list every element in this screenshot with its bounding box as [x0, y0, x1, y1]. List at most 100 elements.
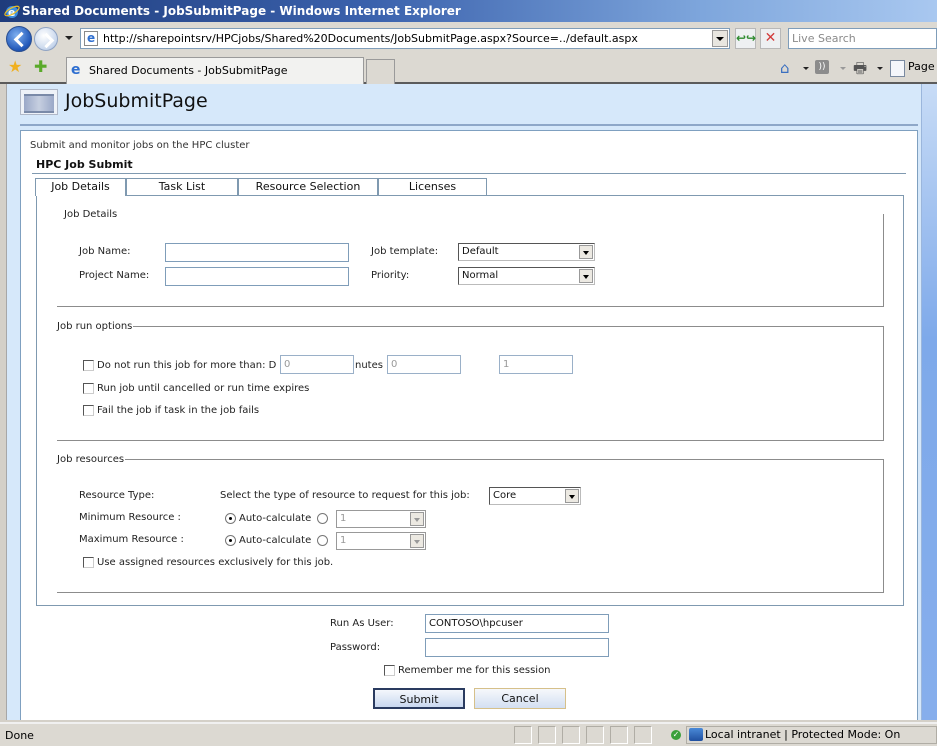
webpart-title: HPC Job Submit: [36, 158, 133, 171]
resource-type-prompt: Select the type of resource to request f…: [220, 490, 470, 501]
chevron-down-icon[interactable]: [565, 489, 579, 503]
project-name-input[interactable]: [165, 267, 349, 286]
header-divider: [20, 124, 918, 126]
tab-resource-selection[interactable]: Resource Selection: [238, 178, 378, 195]
min-resource-select[interactable]: 1: [336, 510, 426, 528]
status-pane: [538, 726, 556, 744]
new-tab-button[interactable]: [366, 59, 395, 84]
ie-logo-icon: e: [4, 5, 20, 19]
privacy-report-icon[interactable]: [664, 726, 682, 744]
run-as-user-input[interactable]: [425, 614, 609, 633]
run-until-cancelled-checkbox[interactable]: [83, 383, 94, 394]
tab-job-details[interactable]: Job Details: [35, 178, 126, 196]
page-library-icon: [20, 89, 58, 115]
priority-label: Priority:: [371, 270, 410, 281]
chevron-down-icon[interactable]: [579, 245, 593, 259]
back-arrow-icon[interactable]: [6, 26, 32, 52]
status-pane: [586, 726, 604, 744]
navigation-bar: http://sharepointsrv/HPCjobs/Shared%20Do…: [0, 22, 937, 54]
window-title: Shared Documents - JobSubmitPage - Windo…: [22, 4, 461, 18]
max-manual-radio[interactable]: [317, 535, 328, 546]
job-resources-legend: Job resources: [56, 454, 126, 466]
star-plus-icon[interactable]: ✚: [34, 57, 47, 76]
star-icon[interactable]: ★: [8, 57, 22, 76]
printer-icon[interactable]: 🖶: [853, 58, 867, 83]
resource-type-value: Core: [493, 490, 517, 501]
runtime-minutes-input[interactable]: [387, 355, 461, 374]
address-url: http://sharepointsrv/HPCjobs/Shared%20Do…: [103, 32, 638, 45]
chevron-down-icon[interactable]: [579, 269, 593, 283]
browser-tab-bar: ★ ✚ e Shared Documents - JobSubmitPage ⌂…: [0, 54, 937, 84]
job-name-input[interactable]: [165, 243, 349, 262]
home-icon[interactable]: ⌂: [780, 59, 790, 77]
remember-me-label: Remember me for this session: [398, 665, 551, 676]
resource-type-label: Resource Type:: [79, 490, 155, 501]
exclusive-resources-label: Use assigned resources exclusively for t…: [97, 557, 334, 568]
max-resource-select[interactable]: 1: [336, 532, 426, 550]
vertical-scrollbar[interactable]: [921, 84, 937, 720]
priority-value: Normal: [462, 270, 499, 281]
home-dropdown-icon[interactable]: [803, 67, 809, 70]
stop-x-icon[interactable]: ✕: [760, 28, 781, 49]
max-runtime-label: Do not run this job for more than: D: [97, 360, 277, 371]
ie-tab-icon: e: [71, 62, 81, 78]
job-template-value: Default: [462, 246, 499, 257]
exclusive-resources-checkbox[interactable]: [83, 557, 94, 568]
job-template-label: Job template:: [371, 246, 439, 257]
window-title-bar: e Shared Documents - JobSubmitPage - Win…: [0, 0, 937, 22]
address-dropdown-button[interactable]: [712, 30, 728, 47]
max-auto-calculate-label: Auto-calculate: [239, 535, 312, 546]
local-intranet-icon: [689, 728, 703, 741]
feed-dropdown-icon[interactable]: [840, 67, 846, 70]
address-bar[interactable]: http://sharepointsrv/HPCjobs/Shared%20Do…: [80, 28, 730, 49]
webpart-title-divider: [32, 173, 906, 174]
security-zone-text: Local intranet | Protected Mode: On: [705, 728, 901, 741]
tab-task-list[interactable]: Task List: [126, 178, 238, 195]
minimum-resource-label: Minimum Resource :: [79, 512, 181, 523]
job-name-label: Job Name:: [79, 246, 131, 257]
fail-on-task-label: Fail the job if task in the job fails: [97, 405, 260, 416]
submit-button[interactable]: Submit: [373, 688, 465, 709]
remember-me-checkbox[interactable]: [384, 665, 395, 676]
chevron-down-icon[interactable]: [410, 534, 424, 548]
page-description: Submit and monitor jobs on the HPC clust…: [30, 140, 250, 151]
runtime-days-input[interactable]: [280, 355, 354, 374]
security-zone[interactable]: Local intranet | Protected Mode: On: [686, 726, 937, 744]
min-manual-radio[interactable]: [317, 513, 328, 524]
status-pane: [634, 726, 652, 744]
rss-feed-icon[interactable]: )): [815, 60, 829, 74]
job-run-options-legend: Job run options: [56, 321, 134, 333]
job-template-select[interactable]: Default: [458, 243, 595, 261]
fail-on-task-checkbox[interactable]: [83, 405, 94, 416]
recent-pages-dropdown-icon[interactable]: [65, 36, 73, 40]
tab-licenses[interactable]: Licenses: [378, 178, 487, 195]
page-favicon-icon: [84, 29, 98, 48]
password-label: Password:: [330, 642, 381, 653]
run-until-cancelled-label: Run job until cancelled or run time expi…: [97, 383, 310, 394]
run-as-user-label: Run As User:: [330, 618, 394, 629]
maximum-resource-label: Maximum Resource :: [79, 534, 184, 545]
browser-tab-title: Shared Documents - JobSubmitPage: [89, 64, 288, 77]
max-resource-value: 1: [340, 535, 347, 546]
live-search-input[interactable]: Live Search: [788, 28, 937, 49]
password-input[interactable]: [425, 638, 609, 657]
cancel-button[interactable]: Cancel: [474, 688, 566, 709]
page-menu-button[interactable]: Page: [890, 59, 935, 77]
forward-arrow-icon[interactable]: [34, 27, 58, 51]
print-dropdown-icon[interactable]: [877, 67, 883, 70]
refresh-icon[interactable]: ↩↪: [735, 28, 756, 49]
browser-tab-active[interactable]: e Shared Documents - JobSubmitPage: [66, 57, 364, 84]
min-resource-value: 1: [340, 513, 347, 524]
max-auto-calculate-radio[interactable]: [225, 535, 236, 546]
project-name-label: Project Name:: [79, 270, 150, 281]
chevron-down-icon[interactable]: [410, 512, 424, 526]
status-bar: Done Local intranet | Protected Mode: On: [0, 722, 937, 746]
max-runtime-checkbox[interactable]: [83, 360, 94, 371]
page-title: JobSubmitPage: [65, 90, 208, 112]
min-auto-calculate-radio[interactable]: [225, 513, 236, 524]
runtime-extra-input[interactable]: [499, 355, 573, 374]
priority-select[interactable]: Normal: [458, 267, 595, 285]
resource-type-select[interactable]: Core: [489, 487, 581, 505]
status-pane: [610, 726, 628, 744]
min-auto-calculate-label: Auto-calculate: [239, 513, 312, 524]
